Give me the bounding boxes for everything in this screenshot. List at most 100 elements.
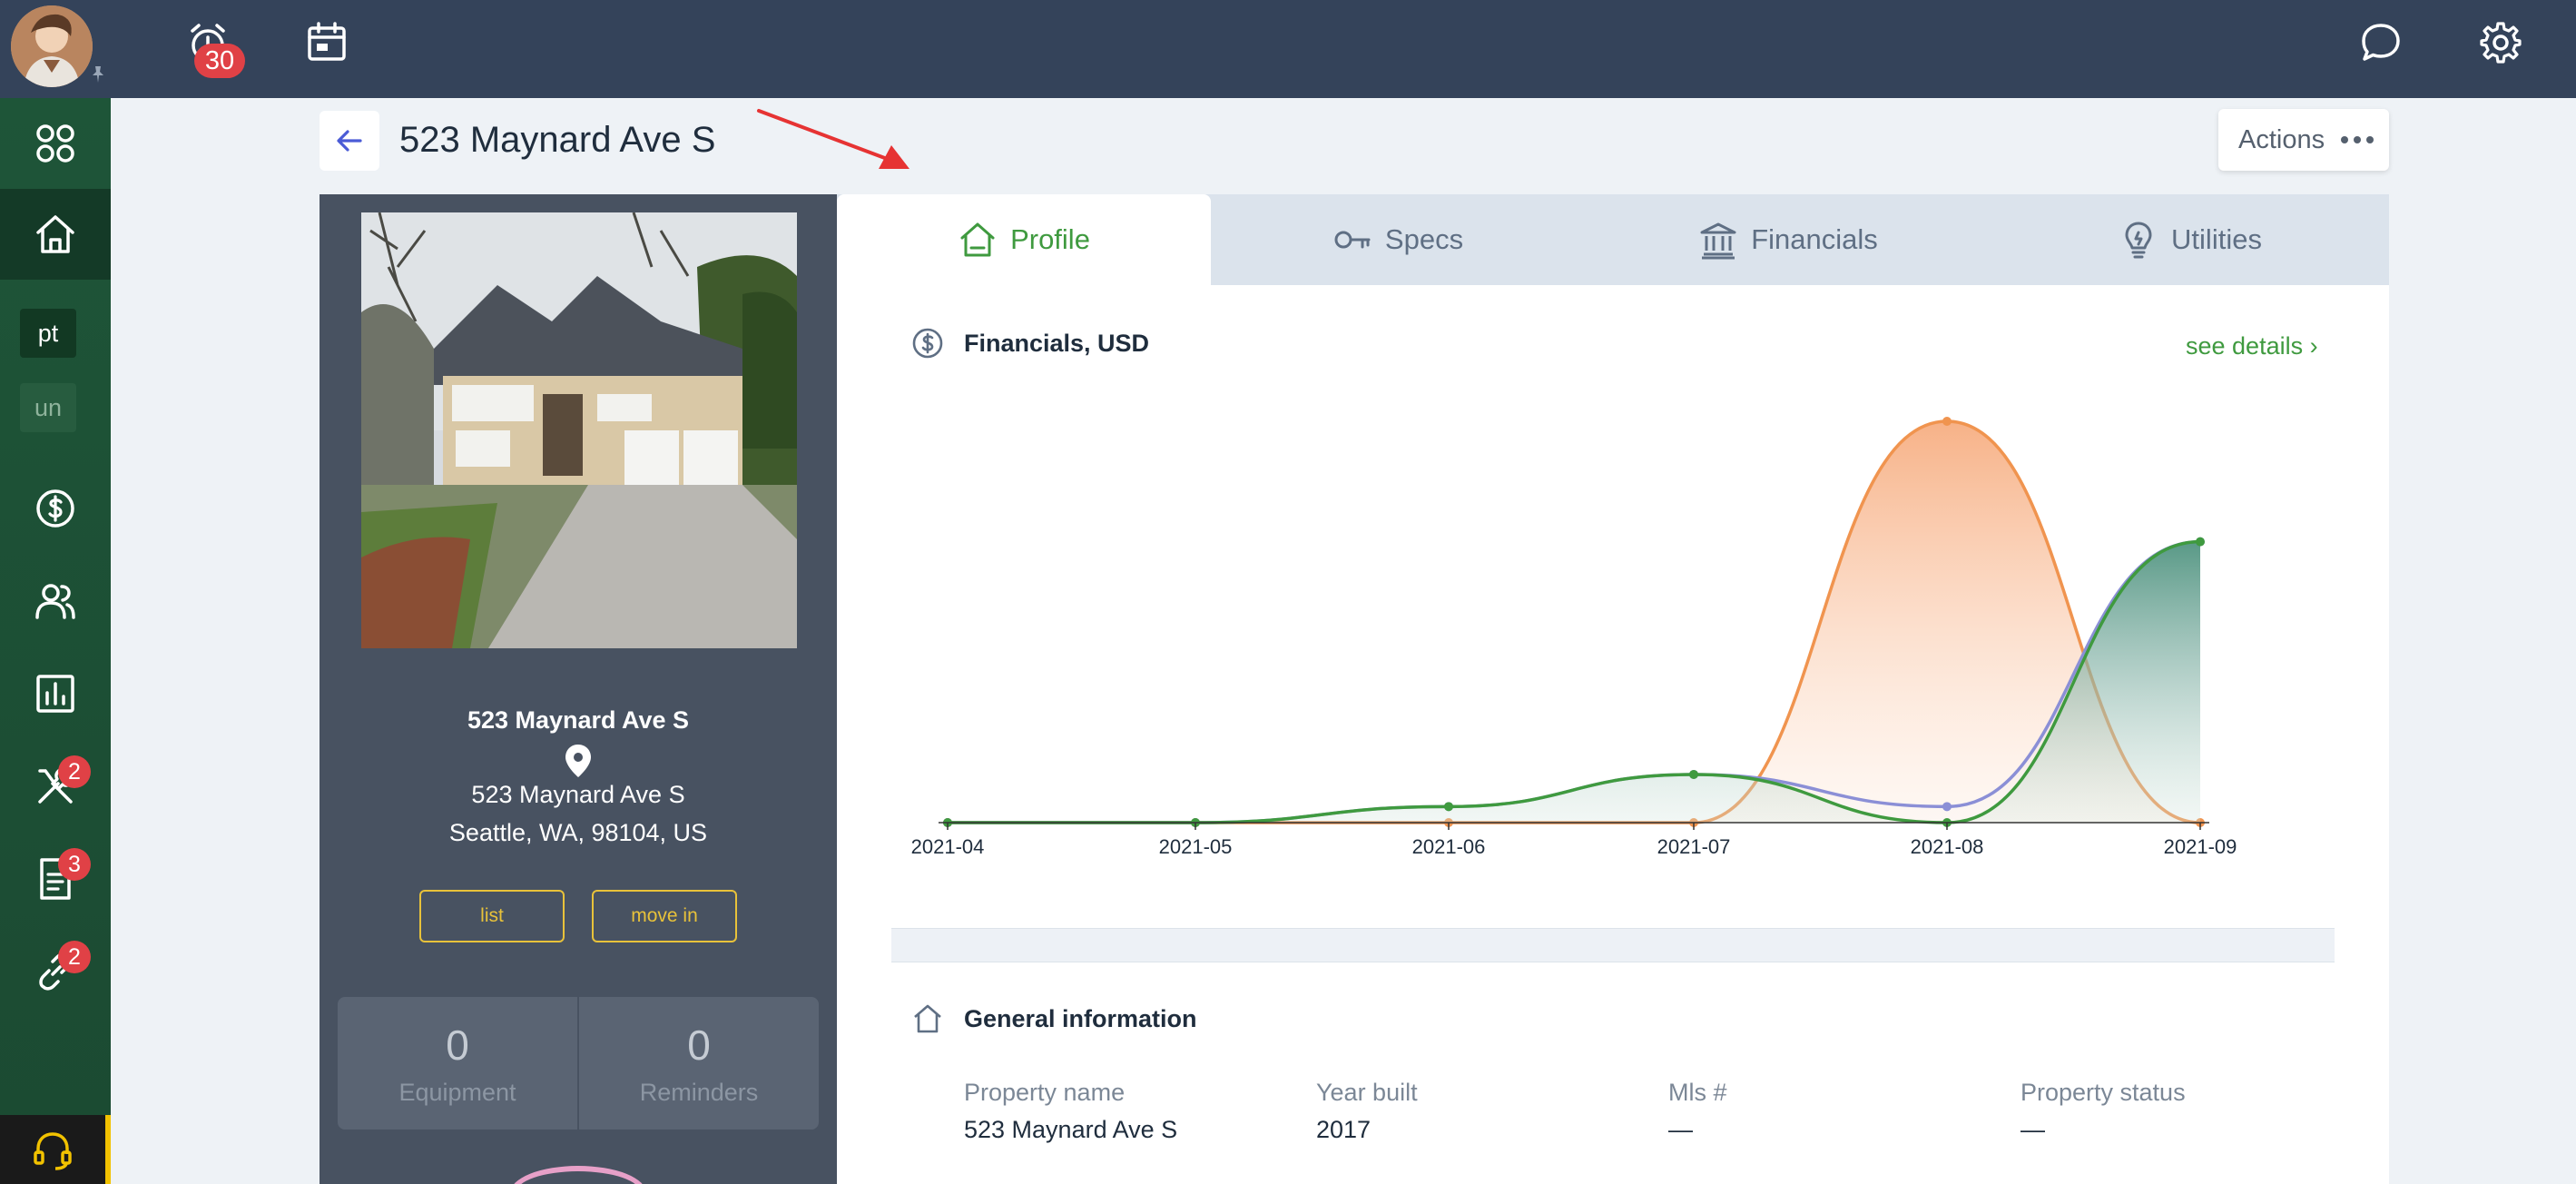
actions-button[interactable]: Actions [2218,109,2389,171]
general-info-heading: General information [911,1002,1197,1035]
tab-financials-label: Financials [1751,223,1878,255]
stats-box: 0 Equipment 0 Reminders [338,997,819,1130]
reminders-label: Reminders [639,1078,759,1106]
address-line-2: Seattle, WA, 98104, US [448,819,708,846]
more-dots-icon [2341,136,2374,143]
field-property-name: Property name 523 Maynard Ave S [964,1079,1177,1144]
property-details-card: Profile Specs Financials Utilities Finan… [837,194,2389,1184]
field-value: — [2020,1116,2045,1143]
sidebar-item-tools[interactable] [0,741,111,832]
calendar-icon[interactable] [305,20,349,64]
field-mls: Mls # — [1668,1079,1727,1144]
tab-utilities-label: Utilities [2171,223,2262,255]
sidebar-item-home[interactable] [0,189,111,280]
links-badge: 2 [58,941,91,973]
field-value: — [1668,1116,1693,1143]
actions-label: Actions [2238,124,2325,154]
annotation-arrow-icon [757,109,909,169]
sidebar: pt un 2 3 2 [0,98,111,1184]
avatar-image [11,5,93,87]
sidebar-item-people[interactable] [0,556,111,646]
tab-specs-label: Specs [1384,223,1464,255]
data-point[interactable] [1942,417,1952,426]
sidebar-chip-pt[interactable]: pt [20,309,76,358]
reminders-stat[interactable]: 0 Reminders [577,997,819,1130]
list-button[interactable]: list [419,890,565,942]
field-value: 2017 [1316,1116,1372,1143]
financials-heading: Financials, USD [911,327,1149,360]
documents-badge: 3 [58,848,91,881]
location-pin-icon [565,745,591,777]
field-property-status: Property status — [2020,1079,2186,1144]
headset-icon [34,1132,72,1170]
x-tick-label: 2021-04 [911,835,985,858]
apps-grid-icon [36,124,74,163]
section-divider [891,928,2335,962]
key-icon [1334,231,1371,249]
equipment-label: Equipment [398,1078,516,1106]
sidebar-chip-un[interactable]: un [20,383,76,432]
tools-badge: 2 [58,755,91,788]
sidebar-item-support[interactable] [0,1115,111,1184]
reminders-count: 0 [687,1021,711,1069]
sidebar-item-links[interactable] [0,926,111,1017]
field-year-built: Year built 2017 [1316,1079,1418,1144]
property-photo [361,212,797,648]
dollar-icon [36,489,74,528]
house-image [361,212,797,648]
financials-chart: 2021-04 2021-05 2021-06 2021-07 2021-08 2021-… [911,417,2237,858]
chat-icon[interactable] [2358,20,2404,65]
sidebar-item-documents[interactable] [0,834,111,924]
user-avatar[interactable] [11,5,93,87]
home-outline-icon [960,222,995,257]
equipment-count: 0 [446,1021,469,1069]
property-panel: 523 Maynard Ave S 523 Maynard Ave S Seat… [320,194,837,1184]
x-tick-label: 2021-05 [1159,835,1233,858]
x-tick-label: 2021-08 [1911,835,1984,858]
chevron-right-icon: › [2309,332,2318,360]
address-line-1: 523 Maynard Ave S [471,781,685,808]
data-point[interactable] [1444,802,1453,812]
financials-title: Financials, USD [964,329,1150,357]
property-name: 523 Maynard Ave S [467,706,690,734]
tab-bar: Profile Specs Financials Utilities [837,194,2389,285]
see-details-label: see details [2186,332,2304,360]
arrow-left-icon [337,130,362,152]
top-bar: 30 [0,0,2576,98]
see-details-link[interactable]: see details › [2186,332,2318,360]
sidebar-item-apps[interactable] [0,98,111,189]
data-point[interactable] [1942,802,1952,812]
sidebar-item-financials[interactable] [0,463,111,554]
data-point[interactable] [2196,537,2205,547]
tab-profile[interactable]: Profile [837,194,1211,285]
field-label: Mls # [1668,1079,1727,1106]
tab-specs[interactable]: Specs [1211,194,1585,285]
people-icon [35,584,75,619]
field-label: Property name [964,1079,1126,1106]
x-tick-label: 2021-06 [1412,835,1486,858]
home-outline-icon [914,1004,941,1033]
progress-ring [510,1166,646,1184]
lightbulb-icon [2125,222,2152,259]
move-in-button[interactable]: move in [592,890,737,942]
general-info-title: General information [964,1004,1197,1032]
sidebar-item-reports[interactable] [0,648,111,739]
bank-icon [1700,222,1736,260]
page-title: 523 Maynard Ave S [399,120,716,160]
series-area-0 [948,421,2200,823]
equipment-stat[interactable]: 0 Equipment [338,997,577,1130]
notifications-badge: 30 [194,44,245,78]
field-label: Property status [2020,1079,2186,1106]
tab-profile-label: Profile [1010,223,1090,255]
settings-gear-icon[interactable] [2478,20,2523,65]
tab-utilities[interactable]: Utilities [1991,194,2389,285]
field-value: 523 Maynard Ave S [964,1116,1178,1143]
pin-icon[interactable] [87,64,109,85]
data-point[interactable] [1689,769,1698,779]
back-button[interactable] [320,111,379,171]
field-label: Year built [1316,1079,1418,1106]
x-tick-label: 2021-07 [1657,835,1731,858]
tab-financials[interactable]: Financials [1585,194,1991,285]
home-icon [36,215,74,253]
dollar-circle-icon [912,328,943,359]
